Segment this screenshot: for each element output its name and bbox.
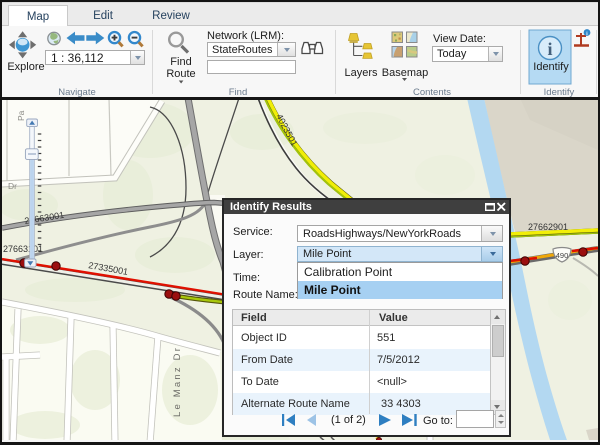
svg-text:27663101: 27663101 (3, 244, 43, 254)
svg-text:i: i (547, 39, 552, 59)
svg-text:Pa: Pa (16, 110, 26, 121)
svg-text:Dr: Dr (8, 181, 17, 191)
svg-text:490: 490 (556, 251, 569, 260)
svg-text:Le Manz Dr: Le Manz Dr (172, 346, 183, 417)
svg-text:27662901: 27662901 (528, 222, 568, 232)
